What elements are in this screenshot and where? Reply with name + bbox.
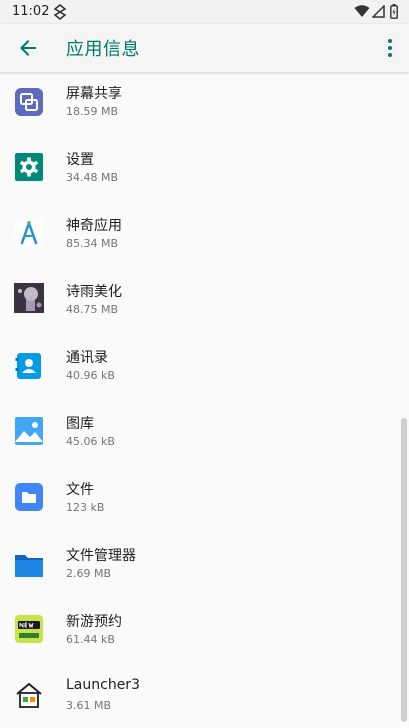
more-options-icon[interactable] [378,36,402,60]
back-arrow-icon[interactable] [16,36,40,60]
list-item[interactable]: 诗雨美化 48.75 MB [0,270,400,336]
photo-thumbnail-icon [14,283,44,313]
app-name: 图库 [66,416,94,432]
settings-gear-icon [15,153,43,181]
signal-icon [372,5,385,18]
files-icon [15,483,43,511]
list-item[interactable]: 设置 34.48 MB [0,138,400,204]
app-size: 3.61 MB [66,699,112,712]
app-size: 45.06 kB [66,435,115,448]
app-size: 2.69 MB [66,567,112,580]
app-size: 48.75 MB [66,303,119,316]
app-name: 设置 [66,152,94,168]
app-size: 123 kB [66,501,105,514]
wifi-icon [354,5,370,17]
app-name: 新游预约 [66,614,122,630]
app-name: 文件管理器 [66,548,136,564]
list-item[interactable]: Launcher3 3.61 MB [0,666,400,728]
contacts-icon [15,353,41,379]
folder-icon [15,555,43,577]
app-name: 诗雨美化 [66,284,122,300]
list-item[interactable]: 通讯录 40.96 kB [0,336,400,402]
notification-icon [53,4,67,20]
battery-icon [390,4,398,19]
screen-share-icon [15,88,43,116]
app-bar: 应用信息 [0,24,409,72]
list-item[interactable]: 文件 123 kB [0,468,400,534]
app-name: 神奇应用 [66,218,122,234]
app-name: 文件 [66,482,94,498]
app-name: Launcher3 [66,677,140,693]
list-item[interactable]: 神奇应用 85.34 MB [0,204,400,270]
status-bar: 11:02 [0,0,409,24]
app-size: 85.34 MB [66,237,119,250]
new-game-icon [15,615,43,643]
list-item[interactable]: 图库 45.06 kB [0,402,400,468]
scrollbar[interactable] [401,418,407,722]
page-title: 应用信息 [66,39,140,60]
magic-app-icon [15,219,43,247]
app-list: 屏幕共享 18.59 MB 设置 34.48 MB 神奇应用 85.34 MB [0,72,409,728]
list-item[interactable]: 文件管理器 2.69 MB [0,534,400,600]
app-size: 61.44 kB [66,633,115,646]
gallery-icon [15,417,43,445]
app-name: 屏幕共享 [66,86,122,102]
app-size: 34.48 MB [66,171,119,184]
list-item[interactable]: 新游预约 61.44 kB [0,600,400,666]
app-size: 18.59 MB [66,105,119,118]
app-size: 40.96 kB [66,369,115,382]
status-time: 11:02 [12,4,50,19]
app-name: 通讯录 [66,350,108,366]
launcher-home-icon [16,682,42,708]
list-item[interactable]: 屏幕共享 18.59 MB [0,72,400,138]
